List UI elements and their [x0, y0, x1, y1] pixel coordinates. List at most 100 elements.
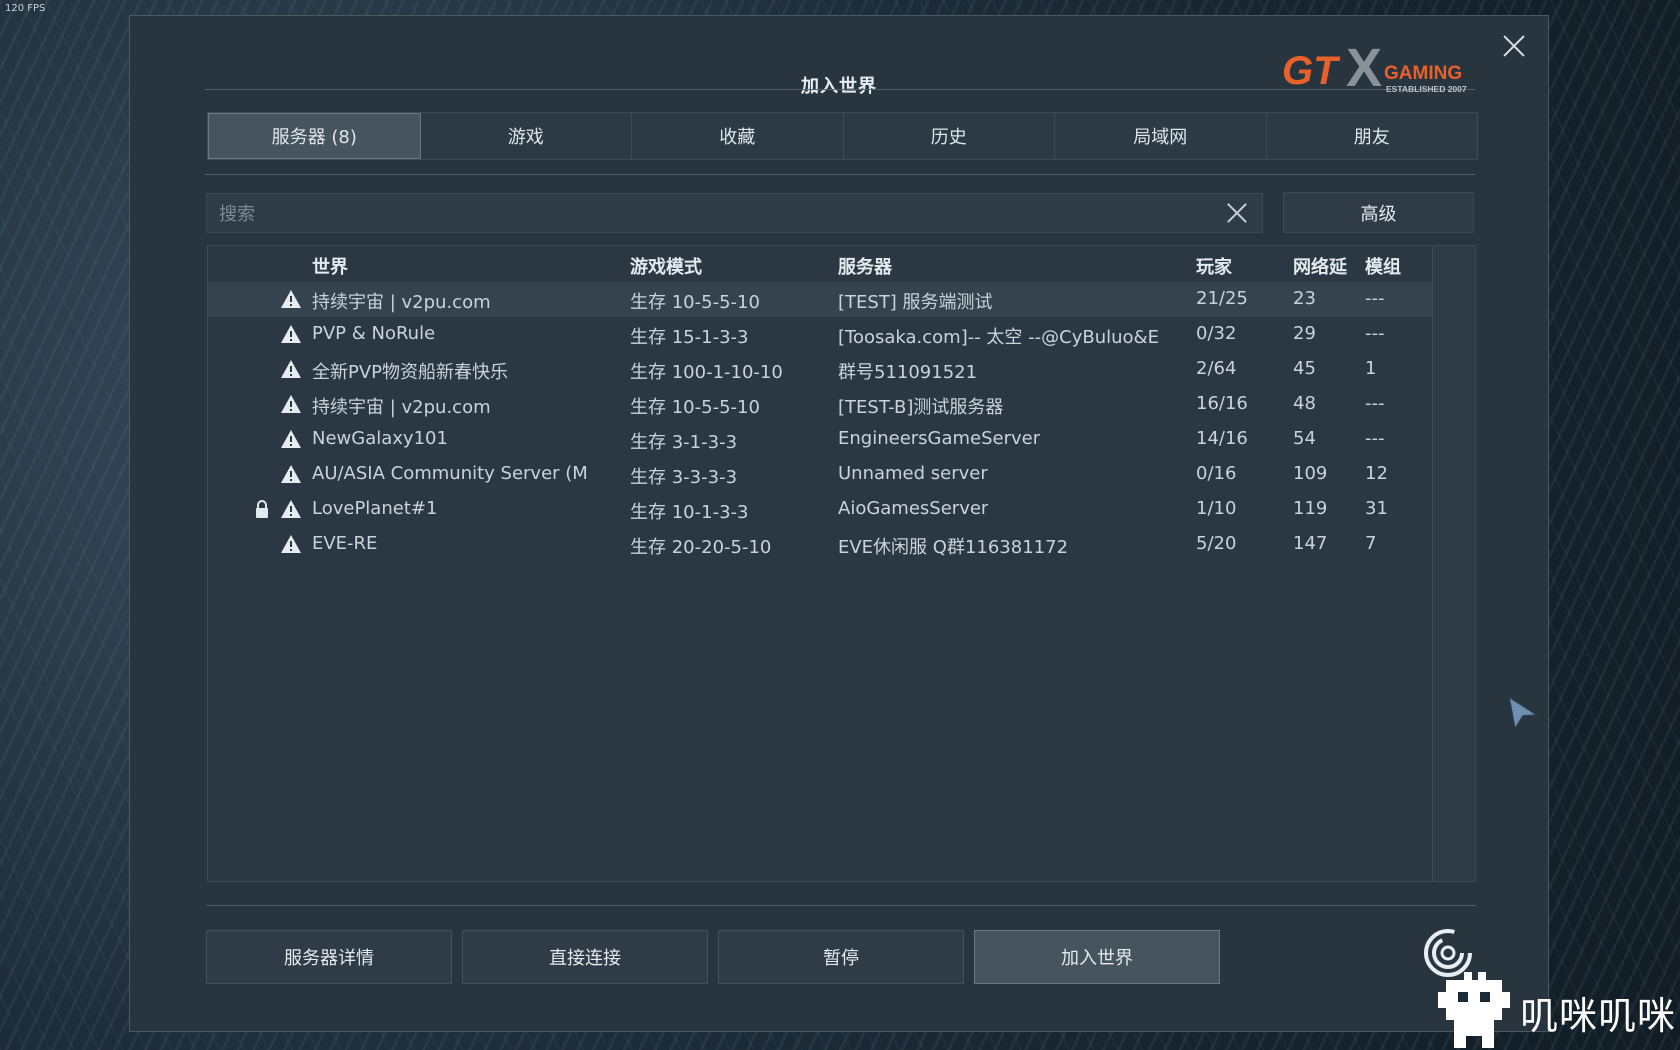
cell-ping: 54	[1293, 428, 1316, 449]
table-row[interactable]: AU/ASIA Community Server (M 生存 3-3-3-3 Unn…	[208, 457, 1433, 492]
cell-server: AioGamesServer	[838, 498, 989, 519]
tab-bar: 服务器 (8) 游戏 收藏 历史 局域网 朋友	[207, 112, 1478, 160]
lock-icon	[256, 500, 268, 518]
cell-mods: 7	[1365, 533, 1377, 554]
cell-mods: ---	[1365, 393, 1385, 414]
cell-ping: 45	[1293, 358, 1316, 379]
table-row[interactable]: 全新PVP物资船新春快乐 生存 100-1-10-10 群号511091521 2/6…	[208, 352, 1433, 387]
tab-favorites[interactable]: 收藏	[632, 113, 844, 159]
cell-mode: 生存 3-3-3-3	[630, 467, 738, 488]
cell-players: 16/16	[1196, 393, 1248, 414]
cell-mode: 生存 15-1-3-3	[630, 327, 749, 348]
table-row[interactable]: PVP & NoRule 生存 15-1-3-3 [Toosaka.com]-- 太…	[208, 317, 1433, 352]
cell-world: NewGalaxy101	[312, 428, 448, 449]
tab-servers[interactable]: 服务器 (8)	[208, 113, 421, 159]
warning-icon	[281, 430, 301, 448]
cell-server: [TEST] 服务端测试	[838, 292, 993, 313]
watermark-text: 叽咪叽咪	[1520, 994, 1677, 1038]
column-header-world[interactable]: 世界	[312, 253, 348, 279]
cell-mods: 12	[1365, 463, 1388, 484]
cell-ping: 147	[1293, 533, 1328, 554]
cell-world: AU/ASIA Community Server (M	[312, 463, 588, 484]
cell-players: 1/10	[1196, 498, 1237, 519]
table-row[interactable]: 持续宇宙 | v2pu.com 生存 10-5-5-10 [TEST-B]测试服务器…	[208, 387, 1433, 422]
cell-world: 持续宇宙 | v2pu.com	[312, 292, 491, 313]
cell-server: Unnamed server	[838, 463, 988, 484]
mascot-logo-icon	[1438, 972, 1510, 1048]
column-header-ping[interactable]: 网络延	[1293, 253, 1347, 279]
footer-divider	[206, 905, 1476, 906]
cell-ping: 48	[1293, 393, 1316, 414]
cell-mode: 生存 20-20-5-10	[630, 537, 772, 558]
warning-icon	[281, 500, 301, 518]
join-world-button[interactable]: 加入世界	[974, 930, 1220, 984]
cell-mods: ---	[1365, 288, 1385, 309]
cell-ping: 23	[1293, 288, 1316, 309]
scrollbar[interactable]	[1432, 246, 1475, 881]
pause-button[interactable]: 暂停	[718, 930, 964, 984]
close-icon[interactable]	[1498, 30, 1530, 62]
cell-mods: ---	[1365, 323, 1385, 344]
warning-icon	[281, 535, 301, 553]
table-row[interactable]: NewGalaxy101 生存 3-1-3-3 EngineersGameServe…	[208, 422, 1433, 457]
svg-text:GT: GT	[1282, 49, 1341, 93]
direct-connect-button[interactable]: 直接连接	[462, 930, 708, 984]
table-row[interactable]: 持续宇宙 | v2pu.com 生存 10-5-5-10 [TEST] 服务端测试 2…	[208, 282, 1433, 317]
table-header: 世界 游戏模式 服务器 玩家 网络延 模组	[208, 246, 1433, 282]
cell-world: EVE-RE	[312, 533, 378, 554]
column-header-mods[interactable]: 模组	[1365, 253, 1401, 279]
warning-icon	[281, 395, 301, 413]
table-row[interactable]: EVE-RE 生存 20-20-5-10 EVE休闲服 Q群116381172 5/2…	[208, 527, 1433, 562]
cell-server: EVE休闲服 Q群116381172	[838, 537, 1069, 558]
cell-mods: ---	[1365, 428, 1385, 449]
server-details-button[interactable]: 服务器详情	[206, 930, 452, 984]
cell-server: [Toosaka.com]-- 太空 --@CyBuluo&E	[838, 327, 1159, 348]
tab-friends[interactable]: 朋友	[1267, 113, 1478, 159]
column-header-mode[interactable]: 游戏模式	[630, 253, 702, 279]
warning-icon	[281, 290, 301, 308]
cell-mods: 1	[1365, 358, 1377, 379]
svg-text:X: X	[1346, 38, 1382, 98]
search-box	[206, 193, 1263, 234]
warning-icon	[281, 325, 301, 343]
tab-history[interactable]: 历史	[844, 113, 1055, 159]
tabs-divider	[205, 174, 1475, 175]
table-row[interactable]: LovePlanet#1 生存 10-1-3-3 AioGamesServer 1/1…	[208, 492, 1433, 527]
gtx-gaming-logo: GT X GAMING ESTABLISHED 2007	[1282, 38, 1467, 98]
svg-text:GAMING: GAMING	[1384, 63, 1462, 84]
cell-ping: 119	[1293, 498, 1328, 519]
tab-lan[interactable]: 局域网	[1055, 113, 1267, 159]
join-world-dialog: 加入世界 GT X GAMING ESTABLISHED 2007 服务器 (8…	[129, 15, 1549, 1032]
cell-players: 2/64	[1196, 358, 1237, 379]
cell-mode: 生存 100-1-10-10	[630, 362, 783, 383]
advanced-button[interactable]: 高级	[1283, 192, 1474, 233]
svg-text:ESTABLISHED 2007: ESTABLISHED 2007	[1386, 84, 1467, 94]
warning-icon	[281, 465, 301, 483]
warning-icon	[281, 360, 301, 378]
tab-games[interactable]: 游戏	[421, 113, 632, 159]
cell-ping: 109	[1293, 463, 1328, 484]
cell-players: 0/32	[1196, 323, 1237, 344]
cell-players: 0/16	[1196, 463, 1237, 484]
cell-world: 全新PVP物资船新春快乐	[312, 362, 509, 383]
cell-world: 持续宇宙 | v2pu.com	[312, 397, 491, 418]
cell-mods: 31	[1365, 498, 1388, 519]
cell-players: 14/16	[1196, 428, 1248, 449]
cell-mode: 生存 10-1-3-3	[630, 502, 749, 523]
cell-server: EngineersGameServer	[838, 428, 1041, 449]
fps-counter: 120 FPS	[5, 3, 46, 14]
cell-players: 5/20	[1196, 533, 1237, 554]
search-input[interactable]	[207, 194, 1221, 234]
mouse-cursor-icon	[1507, 695, 1539, 731]
column-header-players[interactable]: 玩家	[1196, 253, 1232, 279]
cell-server: 群号511091521	[838, 362, 978, 383]
cell-mode: 生存 10-5-5-10	[630, 397, 760, 418]
column-header-server[interactable]: 服务器	[838, 253, 892, 279]
server-table: 世界 游戏模式 服务器 玩家 网络延 模组 持续宇宙 | v2pu.com 生存 …	[207, 245, 1476, 882]
cell-server: [TEST-B]测试服务器	[838, 397, 1004, 418]
cell-mode: 生存 3-1-3-3	[630, 432, 738, 453]
cell-players: 21/25	[1196, 288, 1248, 309]
clear-search-icon[interactable]	[1226, 202, 1248, 224]
cell-world: LovePlanet#1	[312, 498, 438, 519]
cell-world: PVP & NoRule	[312, 323, 436, 344]
